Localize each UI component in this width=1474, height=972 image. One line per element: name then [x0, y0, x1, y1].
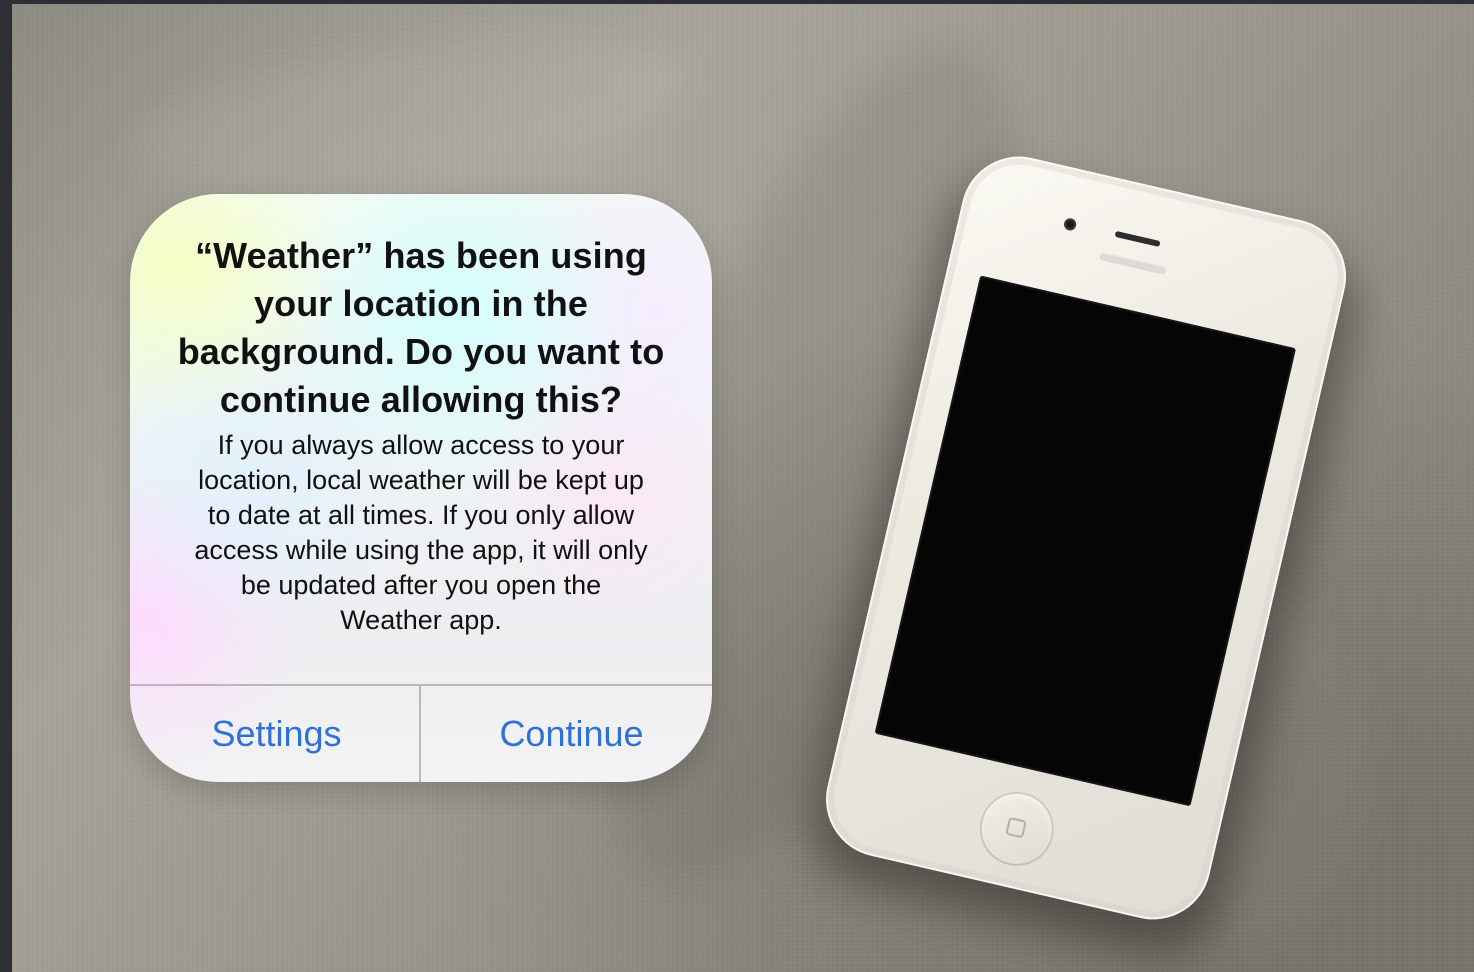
alert-title: “Weather” has been using your location i… [177, 235, 665, 420]
settings-button[interactable]: Settings [130, 686, 419, 782]
speaker-icon [1114, 230, 1161, 248]
screenshot-stage: “Weather” has been using your location i… [0, 0, 1474, 972]
home-square-icon [1005, 816, 1027, 839]
location-permission-alert: “Weather” has been using your location i… [130, 194, 712, 782]
sensor-slit [1098, 251, 1167, 276]
alert-content: “Weather” has been using your location i… [164, 232, 678, 638]
camera-icon [1062, 217, 1078, 232]
alert-message: If you always allow access to your locat… [194, 430, 648, 635]
continue-button[interactable]: Continue [421, 686, 712, 782]
home-button-icon[interactable] [972, 784, 1062, 874]
phone-screen [874, 275, 1297, 807]
